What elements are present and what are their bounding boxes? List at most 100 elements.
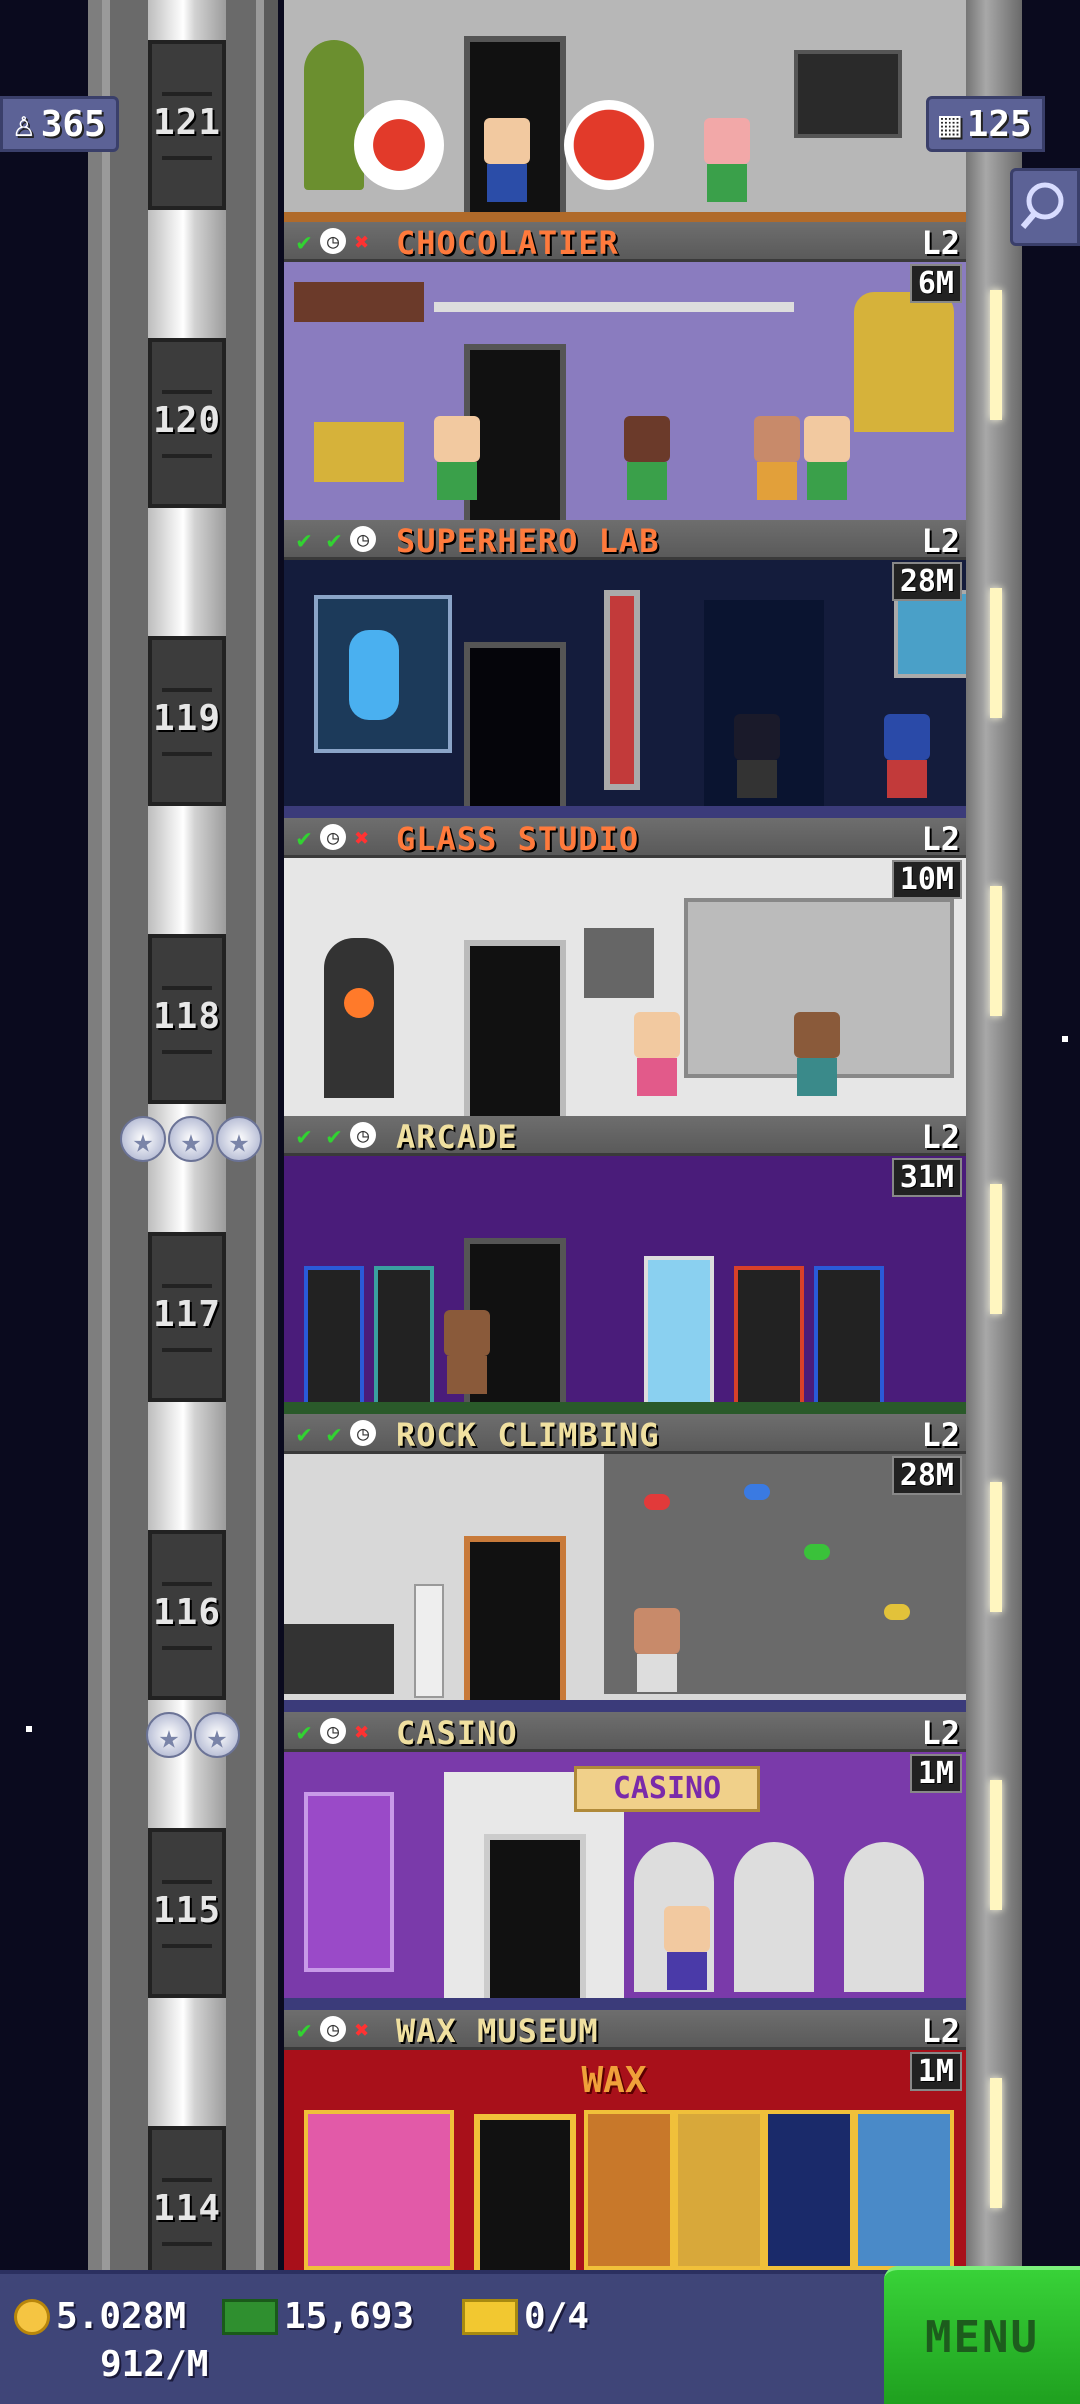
room-chocolatier[interactable]: ✔ ◷ ✖ CHOCOLATIER L2 6M	[284, 222, 966, 520]
check-icon: ✔	[296, 526, 312, 554]
chocolate-pipes	[434, 302, 794, 312]
floor-number: 118	[152, 996, 222, 1037]
room-rock-climbing[interactable]: ✔ ✔ ◷ ROCK CLIMBING L2 28M	[284, 1414, 966, 1712]
star-icon: ★	[194, 1712, 240, 1758]
doorway[interactable]	[484, 1834, 586, 2010]
room-arcade[interactable]: ✔ ✔ ◷ ARCADE L2 31M	[284, 1116, 966, 1414]
room-body: 31M	[284, 1156, 966, 1414]
room-header: ✔ ✔ ◷ SUPERHERO LAB L2	[284, 520, 966, 560]
clock-icon: ◷	[350, 1420, 376, 1446]
hold	[884, 1604, 910, 1620]
status-icons: ✔ ◷ ✖	[290, 824, 376, 852]
arcade-cabinet	[734, 1266, 804, 1406]
tool-rack	[584, 928, 654, 998]
tenant[interactable]	[804, 416, 850, 506]
room-header: ✔ ◷ ✖ CASINO L2	[284, 1712, 966, 1752]
tenant[interactable]	[664, 1906, 710, 1996]
tenant[interactable]	[734, 714, 780, 804]
doorway[interactable]	[464, 940, 566, 1116]
floors-count: 125	[966, 103, 1032, 145]
room-header: ✔ ◷ ✖ WAX MUSEUM L2	[284, 2010, 966, 2050]
tesla-coil	[604, 590, 640, 790]
room-body: WAX 1M	[284, 2050, 966, 2270]
room-superhero-lab[interactable]: ✔ ✔ ◷ SUPERHERO LAB L2 28M	[284, 520, 966, 818]
wax-exhibit	[304, 2110, 454, 2270]
bux-display: 15,693	[222, 2296, 414, 2337]
search-button[interactable]	[1010, 168, 1080, 246]
check-icon: ✔	[296, 1718, 312, 1746]
doorway[interactable]	[464, 1536, 566, 1712]
status-icons: ✔ ◷ ✖	[290, 228, 376, 256]
status-icons: ✔ ◷ ✖	[290, 2016, 376, 2044]
floor-stars: ★ ★	[146, 1712, 240, 1758]
room-body: CASINO 1M	[284, 1752, 966, 2010]
x-icon: ✖	[354, 2016, 370, 2044]
window-light	[990, 2078, 1002, 2208]
tenant[interactable]	[754, 416, 800, 506]
star-icon: ★	[120, 1116, 166, 1162]
magnifier-icon	[1020, 182, 1064, 229]
slot-machine	[844, 1842, 924, 1992]
earnings-badge: 1M	[909, 2052, 962, 2091]
floor-number: 116	[152, 1592, 222, 1633]
claw-machine	[644, 1256, 714, 1406]
tenant[interactable]	[624, 416, 670, 506]
tenant[interactable]	[884, 714, 930, 804]
status-icons: ✔ ✔ ◷	[290, 1420, 376, 1448]
tenant[interactable]	[484, 118, 530, 208]
population-badge[interactable]: ♙ 365	[0, 96, 119, 152]
wax-exhibit	[674, 2110, 764, 2270]
check-icon: ✔	[296, 824, 312, 852]
room-header: ✔ ✔ ◷ ARCADE L2	[284, 1116, 966, 1156]
tenant[interactable]	[794, 1012, 840, 1102]
tickets-display[interactable]: 0/4	[462, 2296, 589, 2337]
star-icon: ★	[146, 1712, 192, 1758]
clock-icon: ◷	[350, 526, 376, 552]
x-icon: ✖	[354, 824, 370, 852]
room-glass-studio[interactable]: ✔ ◷ ✖ GLASS STUDIO L2 10M	[284, 818, 966, 1116]
x-icon: ✖	[354, 1718, 370, 1746]
hologram-figure	[349, 630, 399, 720]
room-wax-museum[interactable]: ✔ ◷ ✖ WAX MUSEUM L2 WAX 1M	[284, 2010, 966, 2270]
wax-exhibit	[584, 2110, 674, 2270]
room-name: WAX MUSEUM	[396, 2012, 599, 2050]
floor-number: 121	[152, 102, 222, 143]
plant	[304, 40, 364, 190]
floors-badge[interactable]: ▦ 125	[926, 96, 1045, 152]
floor-trim	[284, 212, 966, 222]
room-casino[interactable]: ✔ ◷ ✖ CASINO L2 CASINO 1M	[284, 1712, 966, 2010]
x-icon: ✖	[354, 228, 370, 256]
check-icon: ✔	[326, 1122, 342, 1150]
doorway[interactable]	[464, 642, 566, 818]
room-top-office[interactable]	[284, 0, 966, 222]
room-name: SUPERHERO LAB	[396, 522, 660, 560]
window-light	[990, 1780, 1002, 1910]
room-level: L2	[921, 1714, 960, 1752]
room-body: 28M	[284, 1454, 966, 1712]
check-icon: ✔	[296, 2016, 312, 2044]
floor-strip	[284, 1700, 966, 1712]
room-name: CASINO	[396, 1714, 518, 1752]
tenant[interactable]	[634, 1012, 680, 1102]
hold	[644, 1494, 670, 1510]
room-body: 28M	[284, 560, 966, 818]
tenant[interactable]	[444, 1310, 490, 1400]
tenant[interactable]	[634, 1608, 680, 1698]
vat	[854, 292, 954, 432]
room-header: ✔ ◷ ✖ GLASS STUDIO L2	[284, 818, 966, 858]
coins-value: 5.028M	[56, 2296, 187, 2337]
status-icons: ✔ ✔ ◷	[290, 1122, 376, 1150]
clock-icon: ◷	[320, 824, 346, 850]
clock-icon: ◷	[320, 2016, 346, 2042]
window-light	[990, 886, 1002, 1016]
tenant[interactable]	[434, 416, 480, 506]
tenant[interactable]	[704, 118, 750, 208]
menu-button[interactable]: MENU	[884, 2266, 1080, 2404]
room-level: L2	[921, 820, 960, 858]
floor-strip	[284, 1998, 966, 2010]
earnings-badge: 31M	[891, 1158, 962, 1197]
doorway[interactable]	[474, 2114, 576, 2270]
room-level: L2	[921, 224, 960, 262]
room-name: ROCK CLIMBING	[396, 1416, 660, 1454]
window-light	[990, 290, 1002, 420]
